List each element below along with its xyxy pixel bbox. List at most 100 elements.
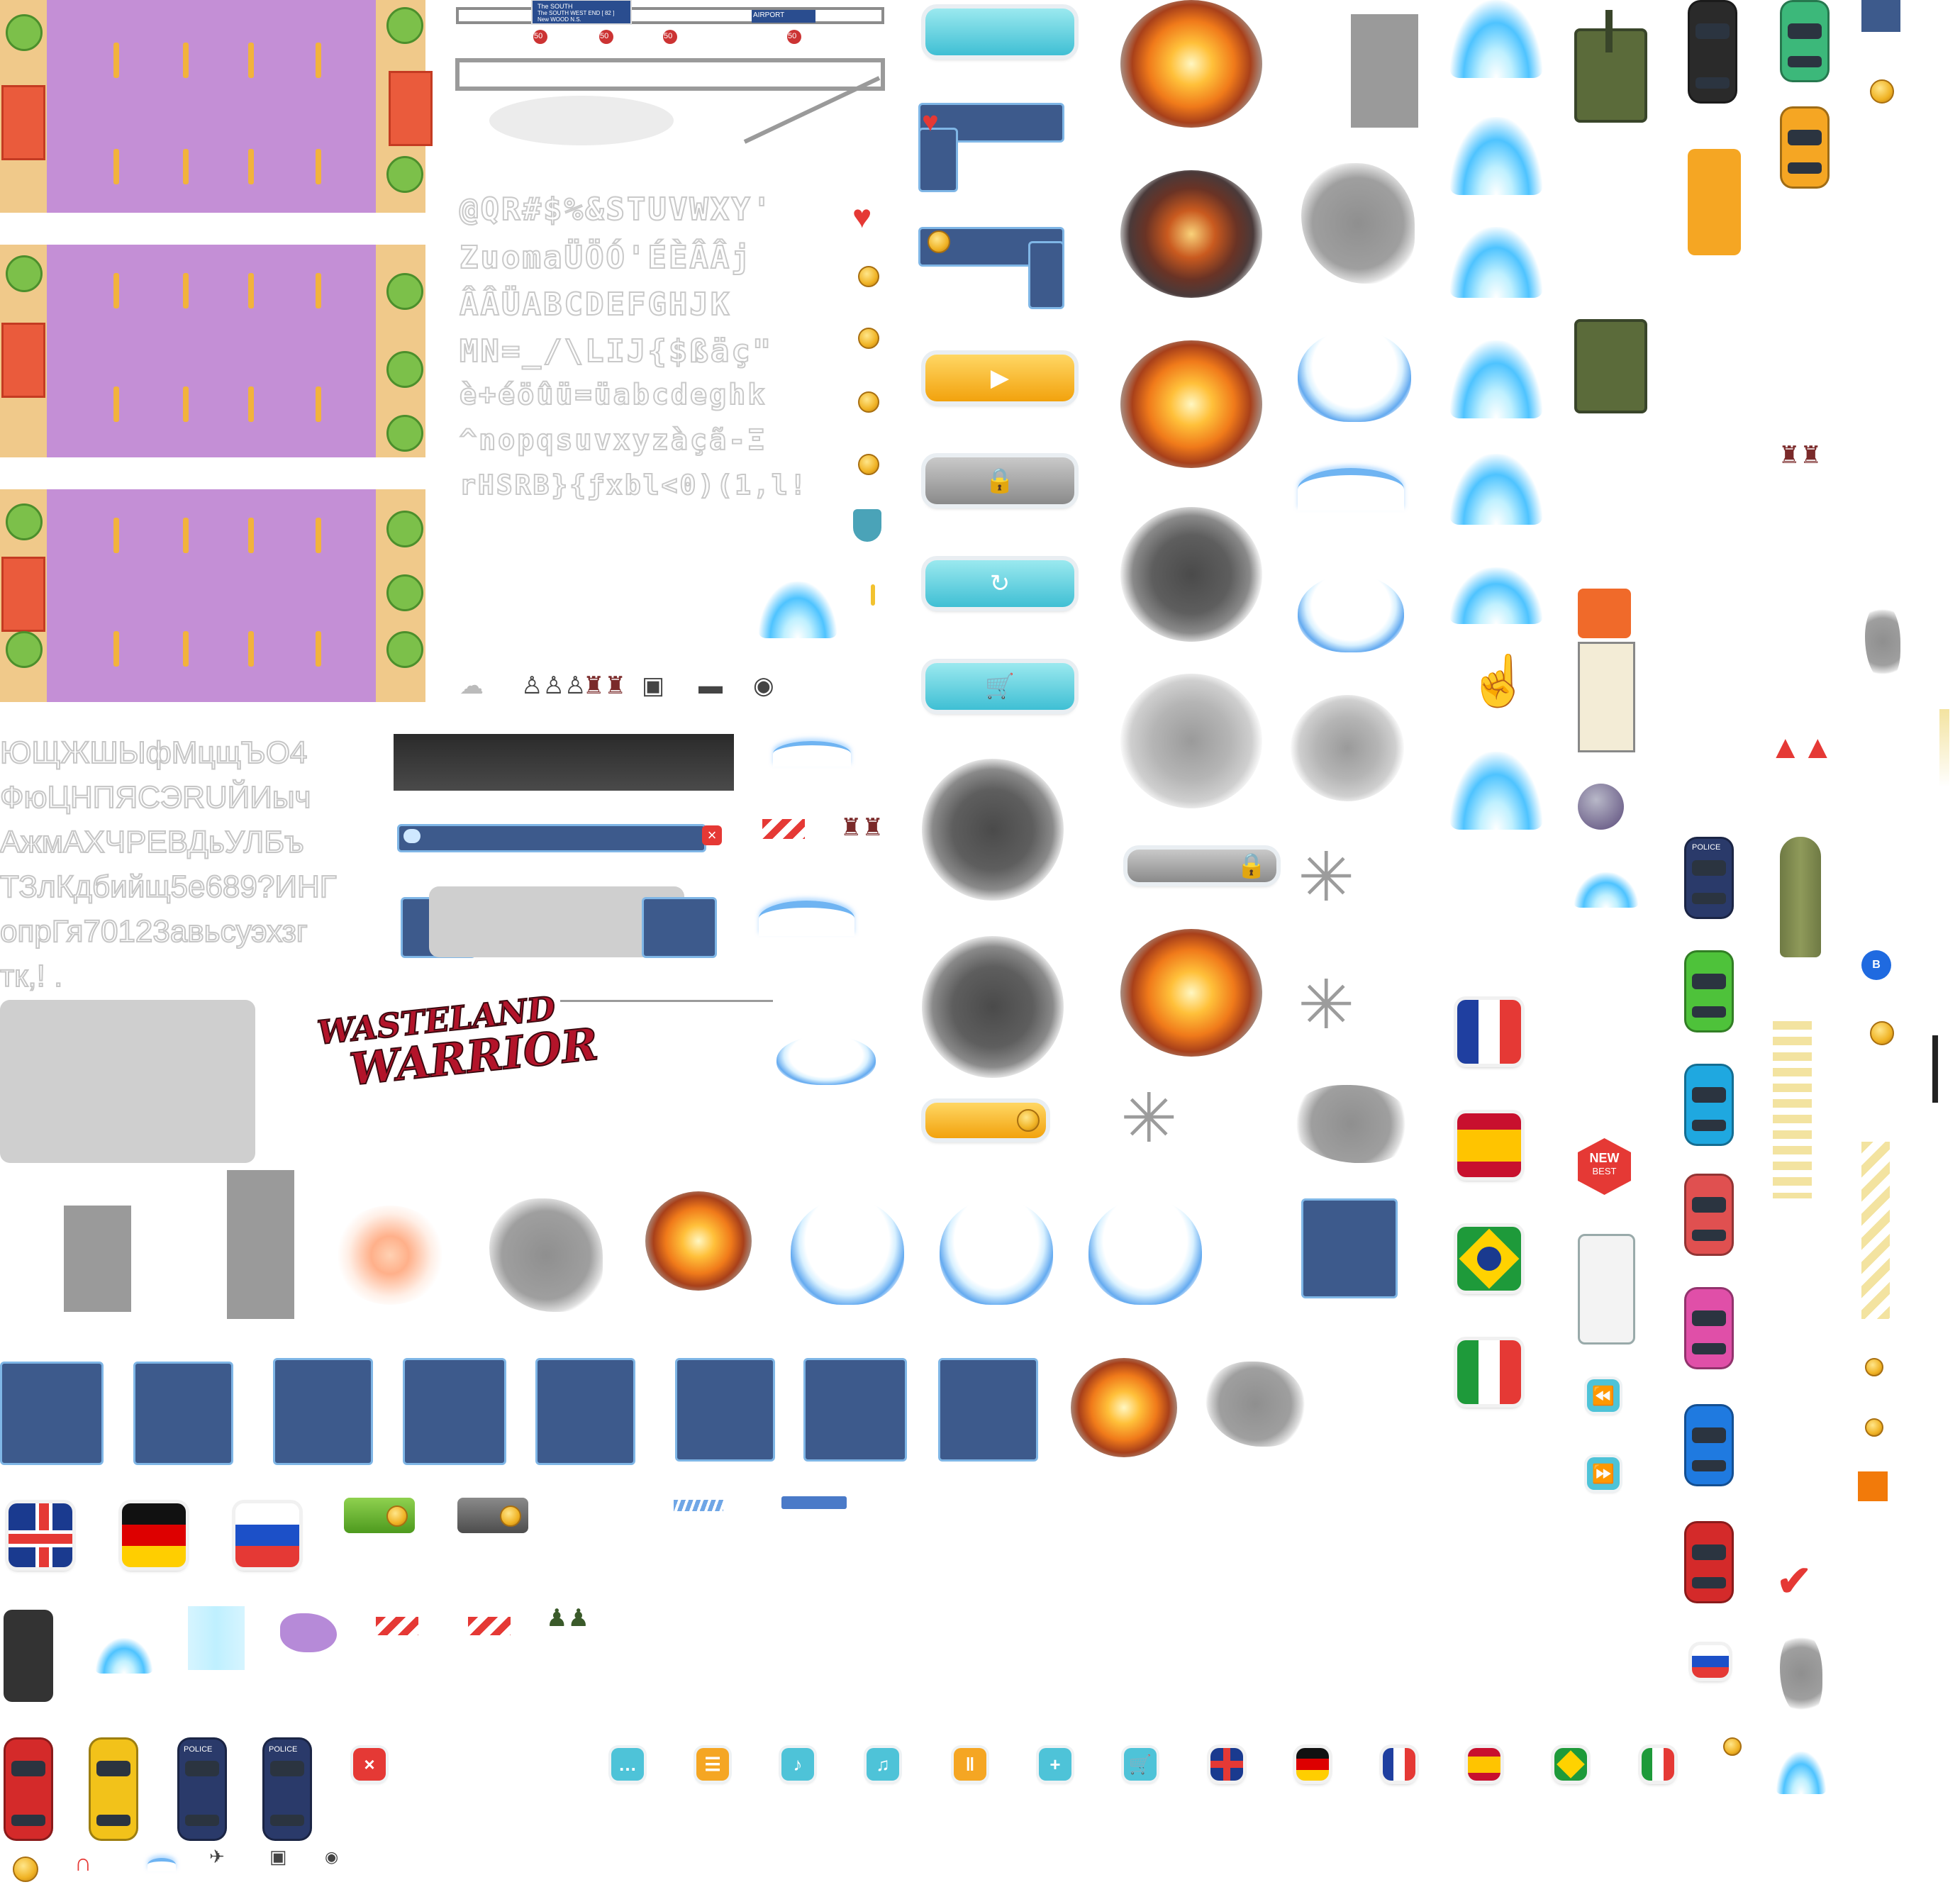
speed-sign: 50 [788, 32, 797, 40]
flag-germany-small[interactable] [1296, 1748, 1329, 1781]
lane-mark [248, 518, 254, 553]
tank-sprite [1574, 319, 1647, 413]
blank-button[interactable] [925, 9, 1074, 55]
flag-germany[interactable] [122, 1503, 186, 1567]
asphalt [47, 489, 376, 702]
bush [6, 14, 43, 51]
tree-shadow [1301, 163, 1415, 284]
sign-text: The SOUTH [538, 3, 573, 10]
lane-mark [316, 631, 321, 667]
gray-coin-button[interactable] [457, 1498, 528, 1533]
barrier-icon [762, 819, 805, 839]
flag-uk-small[interactable] [1210, 1748, 1243, 1781]
badge-new: NEW [1589, 1151, 1620, 1165]
chat-input-bar[interactable] [397, 824, 706, 852]
lane-mark [316, 518, 321, 553]
plus-button[interactable]: + [1039, 1748, 1071, 1781]
coin-button[interactable] [925, 1103, 1046, 1138]
lane-mark [113, 149, 119, 184]
energy-shield [1298, 574, 1404, 652]
chat-button[interactable]: … [611, 1748, 644, 1781]
lock-icon: 🔒 [984, 467, 1015, 494]
cart-icon: 🛒 [1128, 1753, 1152, 1775]
restart-button[interactable]: ↻ [925, 560, 1074, 607]
close-icon[interactable]: × [702, 825, 722, 845]
flag-france[interactable] [1457, 1000, 1521, 1064]
coin-icon [500, 1505, 521, 1527]
sign-text: The SOUTH WEST END [ 82 ] [538, 10, 615, 16]
fast-forward-button[interactable]: ⏩ [1587, 1457, 1620, 1490]
panel-side [1028, 241, 1064, 309]
bush [6, 631, 43, 668]
close-button[interactable]: × [353, 1748, 386, 1781]
game-logo: WASTELAND WARRIOR [315, 986, 601, 1096]
energy-burst [1450, 752, 1542, 830]
energy-burst [759, 581, 837, 638]
shop-button[interactable]: 🛒 [925, 663, 1074, 710]
explosion-sprite [645, 1191, 752, 1291]
play-button[interactable]: ▶ [925, 355, 1074, 401]
restart-icon: ↻ [989, 570, 1010, 597]
shield-icon [853, 509, 881, 542]
wheel-icon: ◉ [325, 1848, 339, 1866]
building-shadow [64, 1206, 131, 1312]
lane-mark [113, 43, 119, 78]
panel-tile [535, 1358, 635, 1465]
pause-button[interactable]: ‖ [954, 1748, 986, 1781]
flag-spain[interactable] [1457, 1113, 1521, 1177]
coin-icon [858, 454, 879, 475]
bush [386, 351, 423, 388]
music-off-button[interactable]: ♪ [781, 1748, 814, 1781]
locked-button-small[interactable]: 🔒 [1127, 850, 1276, 882]
flag-spain-small[interactable] [1468, 1748, 1500, 1781]
police-label: POLICE [269, 1745, 298, 1754]
music-button[interactable]: ♫ [867, 1748, 899, 1781]
glow-sprite [333, 1206, 447, 1305]
lane-mark [248, 43, 254, 78]
flag-russia[interactable] [235, 1503, 299, 1567]
cart-button[interactable]: 🛒 [1124, 1748, 1157, 1781]
coin-icon [1870, 1021, 1894, 1045]
shield-arc [1298, 468, 1404, 511]
green-coin-button[interactable] [344, 1498, 415, 1533]
flag-france-small[interactable] [1383, 1748, 1415, 1781]
energy-burst [1450, 227, 1542, 298]
locked-button[interactable]: 🔒 [925, 457, 1074, 504]
palm-shadow: ✳ [1298, 840, 1355, 915]
flag-italy-small[interactable] [1642, 1748, 1674, 1781]
wheel-icon: ◉ [753, 672, 774, 699]
green-car-sprite [1684, 950, 1734, 1032]
flag-russia-small[interactable] [1692, 1645, 1729, 1678]
cyrillic-glyph-row: опрГя70123авьсуэхзг [0, 913, 308, 950]
bush [386, 7, 423, 44]
green-car-sprite [1780, 0, 1830, 82]
road-tile [0, 245, 425, 457]
gray-panel-large [0, 1000, 255, 1163]
close-icon: × [364, 1753, 375, 1775]
police-car-sprite: POLICE [177, 1737, 227, 1841]
truck-trailer [1578, 642, 1635, 752]
panel-tile [133, 1362, 233, 1465]
bush [6, 503, 43, 540]
rewind-button[interactable]: ⏪ [1587, 1379, 1620, 1412]
taxi-car-sprite [89, 1737, 138, 1841]
bush [6, 255, 43, 292]
panel-tile [403, 1358, 506, 1465]
font-glyph-row: ÂÂÜABCDEFGHJK [459, 286, 732, 323]
energy-shield [791, 1198, 904, 1305]
flag-italy[interactable] [1457, 1340, 1521, 1404]
flag-brazil[interactable] [1457, 1227, 1521, 1291]
coin-icon [1865, 1418, 1883, 1437]
chat-icon: … [618, 1753, 637, 1775]
panel-tile [938, 1358, 1038, 1462]
font-glyph-row: ^nopqsuvxyzàçã-Ξ [459, 423, 767, 457]
bush [386, 273, 423, 310]
lane-mark [183, 149, 189, 184]
flag-uk[interactable] [9, 1503, 72, 1567]
smoke-sprite [1120, 674, 1262, 808]
cart-icon: 🛒 [984, 673, 1015, 700]
flag-brazil-small[interactable] [1554, 1748, 1587, 1781]
list-button[interactable]: ☰ [696, 1748, 729, 1781]
explosion-sprite [1071, 1358, 1177, 1457]
sign-airport: AIRPORT [753, 11, 785, 19]
